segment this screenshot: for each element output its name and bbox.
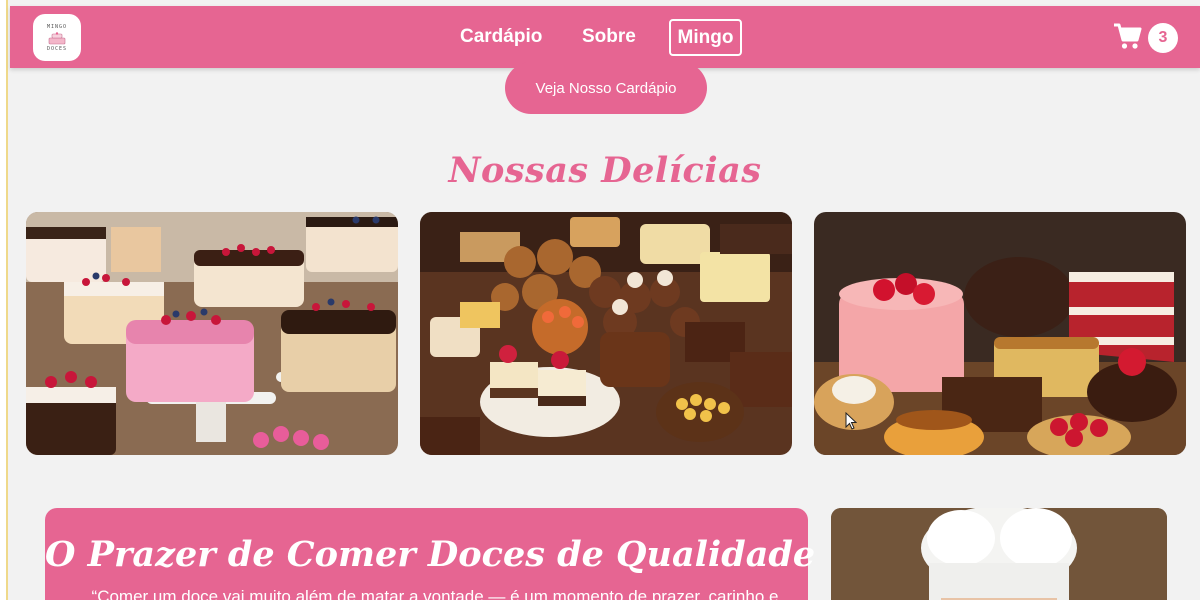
gallery-image-cake-variety [814, 212, 1186, 455]
nav-link-sobre[interactable]: Sobre [582, 26, 642, 48]
brand-logo[interactable]: MINGO DOCES [33, 14, 81, 61]
mouse-cursor-icon [845, 412, 857, 430]
quality-banner: O Prazer de Comer Doces de Qualidade “Co… [45, 508, 816, 600]
navbar: MINGO DOCES Cardápio Sobre Mingo 3 [10, 6, 1200, 68]
section-title-delicias: Nossas Delícias [448, 150, 762, 191]
gallery-image-desserts [420, 212, 792, 455]
quality-title: O Prazer de Comer Doces de Qualidade [45, 534, 816, 575]
quality-quote: “Comer um doce vai muito além de matar a… [91, 587, 779, 600]
gallery-image-cakes [26, 212, 398, 455]
page-left-edge [0, 0, 8, 600]
cart-count-badge: 3 [1148, 23, 1178, 53]
logo-text-bottom: DOCES [46, 45, 68, 52]
view-menu-button[interactable]: Veja Nosso Cardápio [505, 62, 707, 114]
chef-photo [831, 508, 1167, 600]
nav-link-mingo[interactable]: Mingo [669, 19, 742, 56]
logo-cake-icon [48, 31, 66, 44]
logo-text-top: MINGO [46, 23, 68, 30]
shopping-cart-icon[interactable] [1112, 21, 1142, 51]
nav-link-cardapio[interactable]: Cardápio [460, 26, 550, 48]
